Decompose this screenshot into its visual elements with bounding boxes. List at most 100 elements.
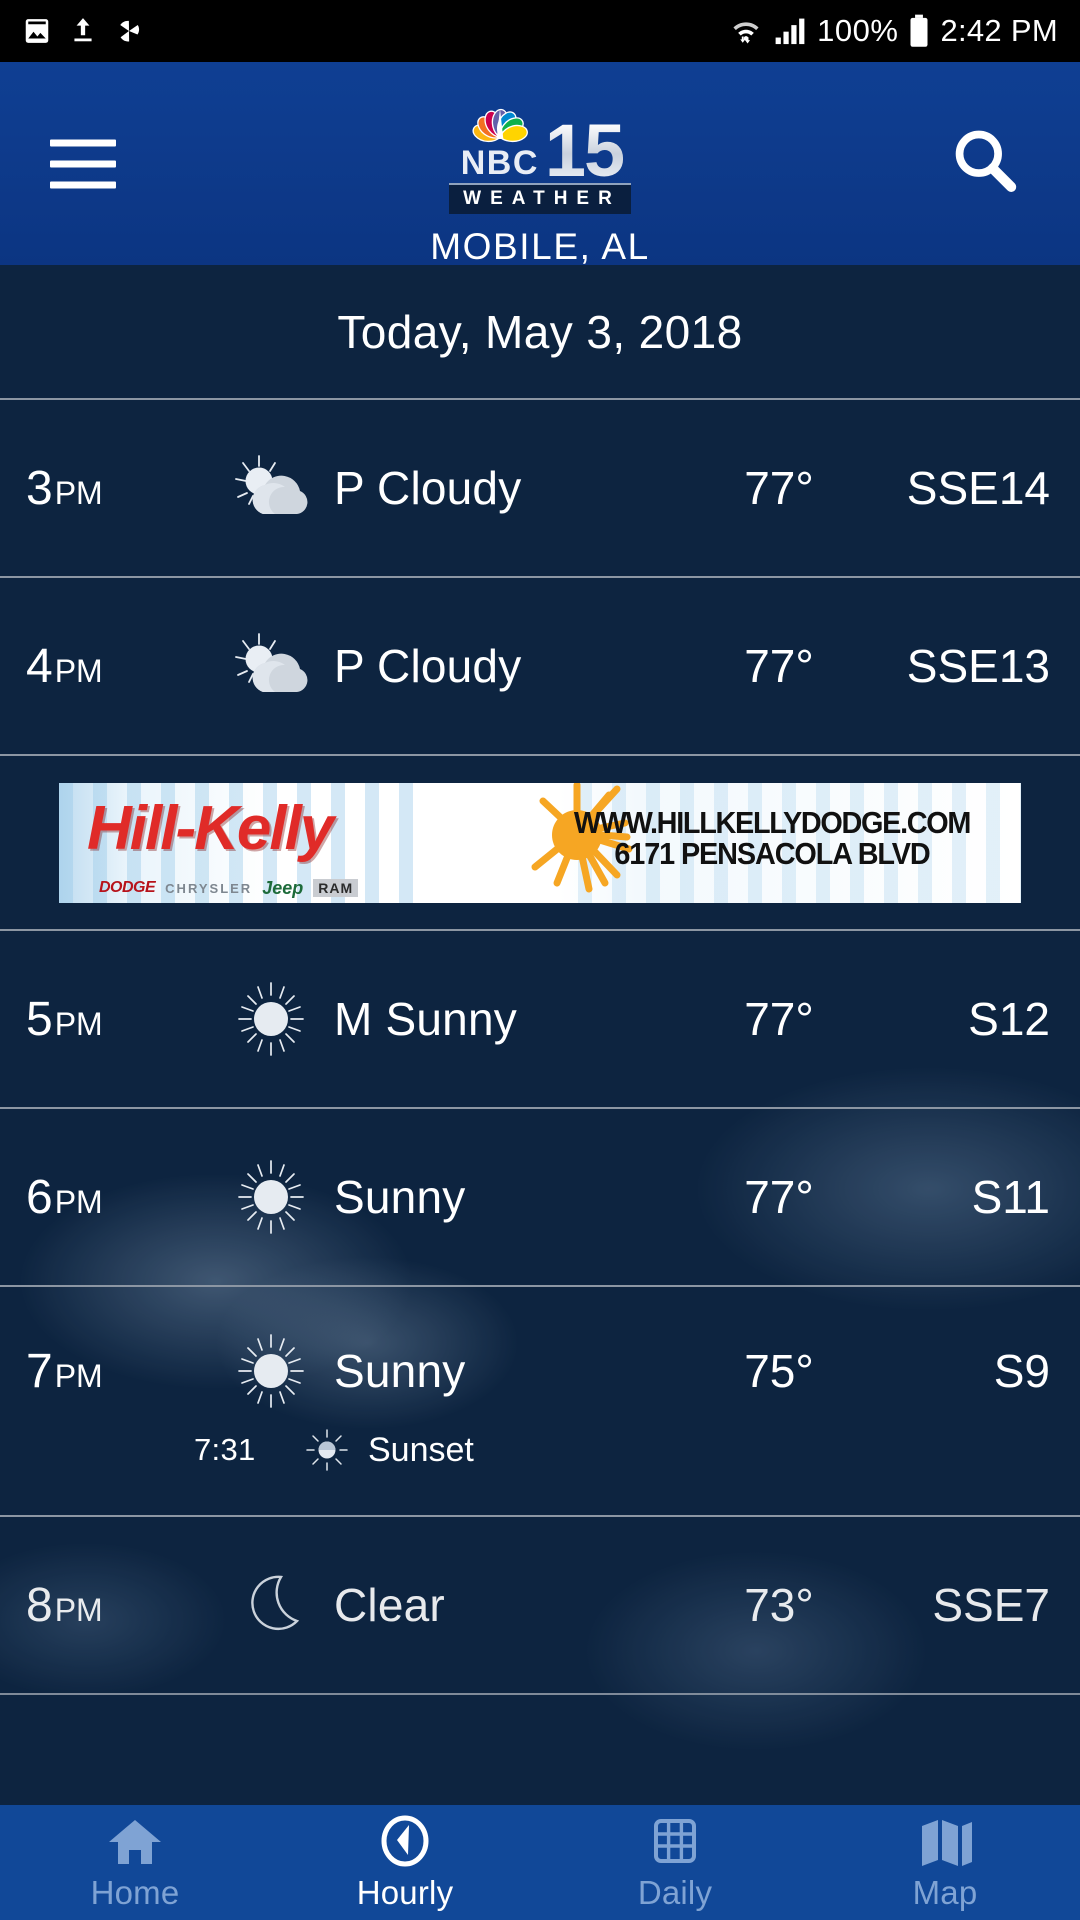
sunny-icon [216, 1329, 326, 1413]
hamburger-bar [50, 139, 116, 146]
advertisement-banner[interactable]: Hill-Kelly DODGE CHRYSLER Jeep RAM WWW.H… [0, 756, 1080, 931]
row-hour: 5 [26, 992, 53, 1046]
row-condition: M Sunny [334, 993, 517, 1045]
nav-tab-home[interactable]: Home [0, 1805, 270, 1920]
row-condition: Clear [334, 1579, 445, 1631]
row-temperature: 77° [744, 462, 814, 514]
row-wind: SSE13 [906, 640, 1050, 692]
calendar-icon [654, 1818, 696, 1863]
status-bar-right-icons: 100% 2:42 PM [729, 13, 1058, 49]
row-hour: 4 [26, 639, 53, 693]
ad-sub-brands: DODGE CHRYSLER Jeep RAM [99, 877, 359, 899]
row-condition: P Cloudy [334, 640, 522, 692]
partly-cloudy-icon [216, 626, 326, 706]
row-temperature: 77° [744, 993, 814, 1045]
row-time: 4 PM [26, 639, 216, 694]
row-time: 8 PM [26, 1578, 216, 1633]
sunset-row: 7:31 Sunset [26, 1427, 1054, 1473]
pinwheel-icon [120, 20, 140, 42]
nav-tab-daily[interactable]: Daily [540, 1805, 810, 1920]
row-wind: SSE14 [906, 462, 1050, 514]
ad-address: 6171 PENSACOLA BLVD [614, 836, 930, 872]
row-hour: 6 [26, 1170, 53, 1224]
app-screen: 100% 2:42 PM NBC 15 WEATHER MOBILE, AL T… [0, 0, 1080, 1920]
nbc-wordmark: NBC [460, 144, 539, 182]
row-hour: 7 [26, 1344, 53, 1398]
brand-logo: NBC 15 WEATHER MOBILE, AL [330, 84, 750, 268]
app-header: NBC 15 WEATHER MOBILE, AL [0, 62, 1080, 268]
row-temperature: 75° [744, 1345, 814, 1397]
status-bar-clock: 2:42 PM [940, 13, 1058, 48]
wifi-icon [733, 22, 759, 44]
ad-subbrand-chrysler: CHRYSLER [165, 880, 253, 896]
hamburger-menu-icon[interactable] [50, 139, 116, 188]
ad-subbrand-jeep: Jeep [262, 877, 304, 898]
table-row[interactable]: 4 PM P Cloudy 77° SSE13 [0, 578, 1080, 756]
row-temperature: 77° [744, 1171, 814, 1223]
sunny-icon [216, 977, 326, 1061]
row-hour: 3 [26, 461, 53, 515]
row-meridiem: PM [54, 474, 103, 511]
row-time: 6 PM [26, 1170, 216, 1225]
row-meridiem: PM [54, 1357, 103, 1394]
home-icon [109, 1819, 161, 1864]
row-wind: S11 [971, 1171, 1050, 1223]
date-header-label: Today, May 3, 2018 [337, 305, 743, 358]
nbc-peacock-icon [472, 108, 528, 143]
hourly-forecast-list[interactable]: Today, May 3, 2018 3 PM P Cloudy 77° SSE… [0, 265, 1080, 1805]
row-wind: S9 [993, 1345, 1050, 1397]
nbc-lockup: NBC [457, 84, 543, 180]
row-time: 3 PM [26, 461, 216, 516]
date-header: Today, May 3, 2018 [0, 265, 1080, 400]
nav-tab-map-label: Map [912, 1873, 978, 1911]
weather-tagline: WEATHER [449, 183, 631, 214]
hamburger-bar [50, 181, 116, 188]
row-meridiem: PM [54, 1005, 103, 1042]
ad-subbrand-dodge: DODGE [99, 879, 156, 896]
ad-subbrand-ram: RAM [313, 879, 359, 897]
ad-contact-info: WWW.HILLKELLYDODGE.COM 6171 PENSACOLA BL… [537, 804, 1007, 872]
cellular-signal-icon [775, 18, 805, 45]
table-row[interactable]: 5 PM M Sunny 77° S12 [0, 931, 1080, 1109]
clear-night-icon [216, 1565, 326, 1645]
row-wind: S12 [968, 993, 1050, 1045]
location-label: MOBILE, AL [430, 226, 650, 267]
sunset-time: 7:31 [194, 1432, 256, 1467]
sunset-icon [306, 1429, 348, 1471]
nav-tab-map[interactable]: Map [810, 1805, 1080, 1920]
row-hour: 8 [26, 1578, 53, 1632]
table-row[interactable]: 6 PM Sunny 77° S11 [0, 1109, 1080, 1287]
row-condition: Sunny [334, 1171, 466, 1223]
image-icon [25, 19, 49, 43]
row-condition: Sunny [334, 1345, 466, 1397]
table-row[interactable]: 8 PM Clear 73° SSE7 [0, 1517, 1080, 1695]
partly-cloudy-icon [216, 448, 326, 528]
search-icon[interactable] [948, 124, 1022, 203]
map-icon [922, 1819, 972, 1866]
nav-tab-hourly-label: Hourly [356, 1873, 454, 1911]
row-main: 7 PM Sunny 75° S9 [26, 1329, 1054, 1413]
status-bar-left-icons [22, 16, 144, 46]
row-temperature: 77° [744, 640, 814, 692]
ad-url: WWW.HILLKELLYDODGE.COM [573, 804, 972, 840]
ad-creative[interactable]: Hill-Kelly DODGE CHRYSLER Jeep RAM WWW.H… [59, 782, 1021, 903]
hamburger-bar [50, 160, 116, 167]
battery-percent-label: 100% [817, 13, 899, 48]
ad-brand-name: Hill-Kelly [87, 793, 334, 863]
sunset-label: Sunset [368, 1430, 474, 1469]
nav-tab-hourly[interactable]: Hourly [270, 1805, 540, 1920]
row-meridiem: PM [54, 1591, 103, 1628]
table-row[interactable]: 3 PM P Cloudy 77° SSE14 [0, 400, 1080, 578]
table-row[interactable]: 7 PM Sunny 75° S9 7:31 Sunset [0, 1287, 1080, 1517]
row-time: 5 PM [26, 992, 216, 1047]
bottom-navigation-bar: Home Hourly Daily Map [0, 1805, 1080, 1920]
channel-number: 15 [544, 109, 625, 193]
sunny-icon [216, 1155, 326, 1239]
row-temperature: 73° [744, 1579, 814, 1631]
row-time: 7 PM [26, 1344, 216, 1399]
row-meridiem: PM [54, 1183, 103, 1220]
row-meridiem: PM [54, 652, 103, 689]
row-condition: P Cloudy [334, 462, 522, 514]
status-bar: 100% 2:42 PM [0, 0, 1080, 62]
upload-icon [74, 18, 92, 42]
